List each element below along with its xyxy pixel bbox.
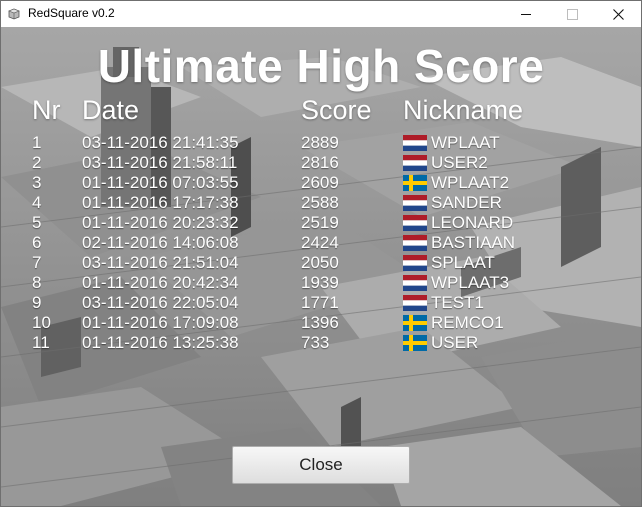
column-header-nickname: Nickname — [403, 95, 524, 125]
score-table: 1 03-11-2016 21:41:35 2889 WPLAAT 2 03-11-201… — [1, 133, 641, 353]
row-nr: 10 — [32, 313, 51, 332]
row-score: 1771 — [301, 293, 339, 312]
row-score: 1939 — [301, 273, 339, 292]
row-date: 02-11-2016 14:06:08 — [82, 233, 239, 252]
netherlands-flag-icon — [403, 235, 427, 251]
minimize-icon — [521, 13, 531, 15]
maximize-icon — [566, 8, 578, 20]
netherlands-flag-icon — [403, 275, 427, 291]
table-row: 5 01-11-2016 20:23:32 2519 LEONARD — [1, 213, 641, 233]
close-button[interactable]: Close — [232, 446, 410, 484]
title-bar[interactable]: RedSquare v0.2 — [1, 1, 641, 27]
sweden-flag-icon — [403, 335, 427, 351]
row-nickname: USER2 — [431, 153, 488, 172]
close-window-button[interactable] — [595, 1, 641, 27]
table-row: 10 01-11-2016 17:09:08 1396 REMCO1 — [1, 313, 641, 333]
table-row: 11 01-11-2016 13:25:38 733 USER — [1, 333, 641, 353]
row-nr: 8 — [32, 273, 42, 292]
netherlands-flag-icon — [403, 295, 427, 311]
row-nr: 4 — [32, 193, 42, 212]
row-nickname: WPLAAT3 — [431, 273, 510, 292]
table-row: 3 01-11-2016 07:03:55 2609 WPLAAT2 — [1, 173, 641, 193]
row-date: 03-11-2016 21:41:35 — [82, 133, 239, 152]
app-window: RedSquare v0.2 Ultimate High Score Nr Da… — [0, 0, 642, 507]
row-nickname: BASTIAAN — [431, 233, 516, 252]
row-date: 03-11-2016 21:51:04 — [82, 253, 239, 272]
row-score: 2588 — [301, 193, 339, 212]
netherlands-flag-icon — [403, 215, 427, 231]
row-nickname: WPLAAT2 — [431, 173, 510, 192]
table-row: 4 01-11-2016 17:17:38 2588 SANDER — [1, 193, 641, 213]
row-date: 01-11-2016 13:25:38 — [82, 333, 239, 352]
sweden-flag-icon — [403, 175, 427, 191]
close-icon — [612, 8, 624, 20]
row-nickname: WPLAAT — [431, 133, 500, 152]
row-date: 01-11-2016 07:03:55 — [82, 173, 239, 192]
table-row: 6 02-11-2016 14:06:08 2424 BASTIAAN — [1, 233, 641, 253]
table-row: 7 03-11-2016 21:51:04 2050 SPLAAT — [1, 253, 641, 273]
row-nickname: USER — [431, 333, 479, 352]
netherlands-flag-icon — [403, 255, 427, 271]
row-score: 2609 — [301, 173, 339, 192]
high-score-panel: Ultimate High Score Nr Date Score Nickna… — [1, 27, 641, 506]
row-nickname: REMCO1 — [431, 313, 504, 332]
row-score: 733 — [301, 333, 330, 352]
maximize-button[interactable] — [549, 1, 595, 27]
row-nr: 11 — [32, 333, 50, 352]
row-nr: 1 — [32, 133, 42, 152]
row-score: 1396 — [301, 313, 339, 332]
page-title: Ultimate High Score — [97, 40, 545, 92]
row-date: 03-11-2016 21:58:11 — [82, 153, 238, 172]
row-date: 01-11-2016 17:17:38 — [82, 193, 239, 212]
netherlands-flag-icon — [403, 155, 427, 171]
row-nr: 2 — [32, 153, 42, 172]
minimize-button[interactable] — [503, 1, 549, 27]
row-nr: 3 — [32, 173, 42, 192]
row-date: 03-11-2016 22:05:04 — [82, 293, 239, 312]
row-nickname: SANDER — [431, 193, 502, 212]
row-score: 2050 — [301, 253, 339, 272]
row-score: 2889 — [301, 133, 339, 152]
sweden-flag-icon — [403, 315, 427, 331]
column-header-score: Score — [301, 95, 372, 125]
row-nickname: SPLAAT — [431, 253, 495, 272]
app-icon — [8, 8, 20, 20]
table-row: 2 03-11-2016 21:58:11 2816 USER2 — [1, 153, 641, 173]
row-nickname: TEST1 — [431, 293, 484, 312]
netherlands-flag-icon — [403, 135, 427, 151]
table-row: 1 03-11-2016 21:41:35 2889 WPLAAT — [1, 133, 641, 153]
table-row: 9 03-11-2016 22:05:04 1771 TEST1 — [1, 293, 641, 313]
row-score: 2816 — [301, 153, 339, 172]
row-nr: 6 — [32, 233, 42, 252]
row-nr: 9 — [32, 293, 42, 312]
netherlands-flag-icon — [403, 195, 427, 211]
row-score: 2519 — [301, 213, 339, 232]
row-date: 01-11-2016 20:42:34 — [82, 273, 239, 292]
table-row: 8 01-11-2016 20:42:34 1939 WPLAAT3 — [1, 273, 641, 293]
column-header-nr: Nr — [32, 95, 61, 125]
row-nr: 5 — [32, 213, 42, 232]
window-title: RedSquare v0.2 — [28, 6, 115, 20]
row-nickname: LEONARD — [431, 213, 514, 232]
row-nr: 7 — [32, 253, 42, 272]
row-date: 01-11-2016 17:09:08 — [82, 313, 239, 332]
row-score: 2424 — [301, 233, 339, 252]
column-header-date: Date — [82, 95, 140, 125]
row-date: 01-11-2016 20:23:32 — [82, 213, 239, 232]
